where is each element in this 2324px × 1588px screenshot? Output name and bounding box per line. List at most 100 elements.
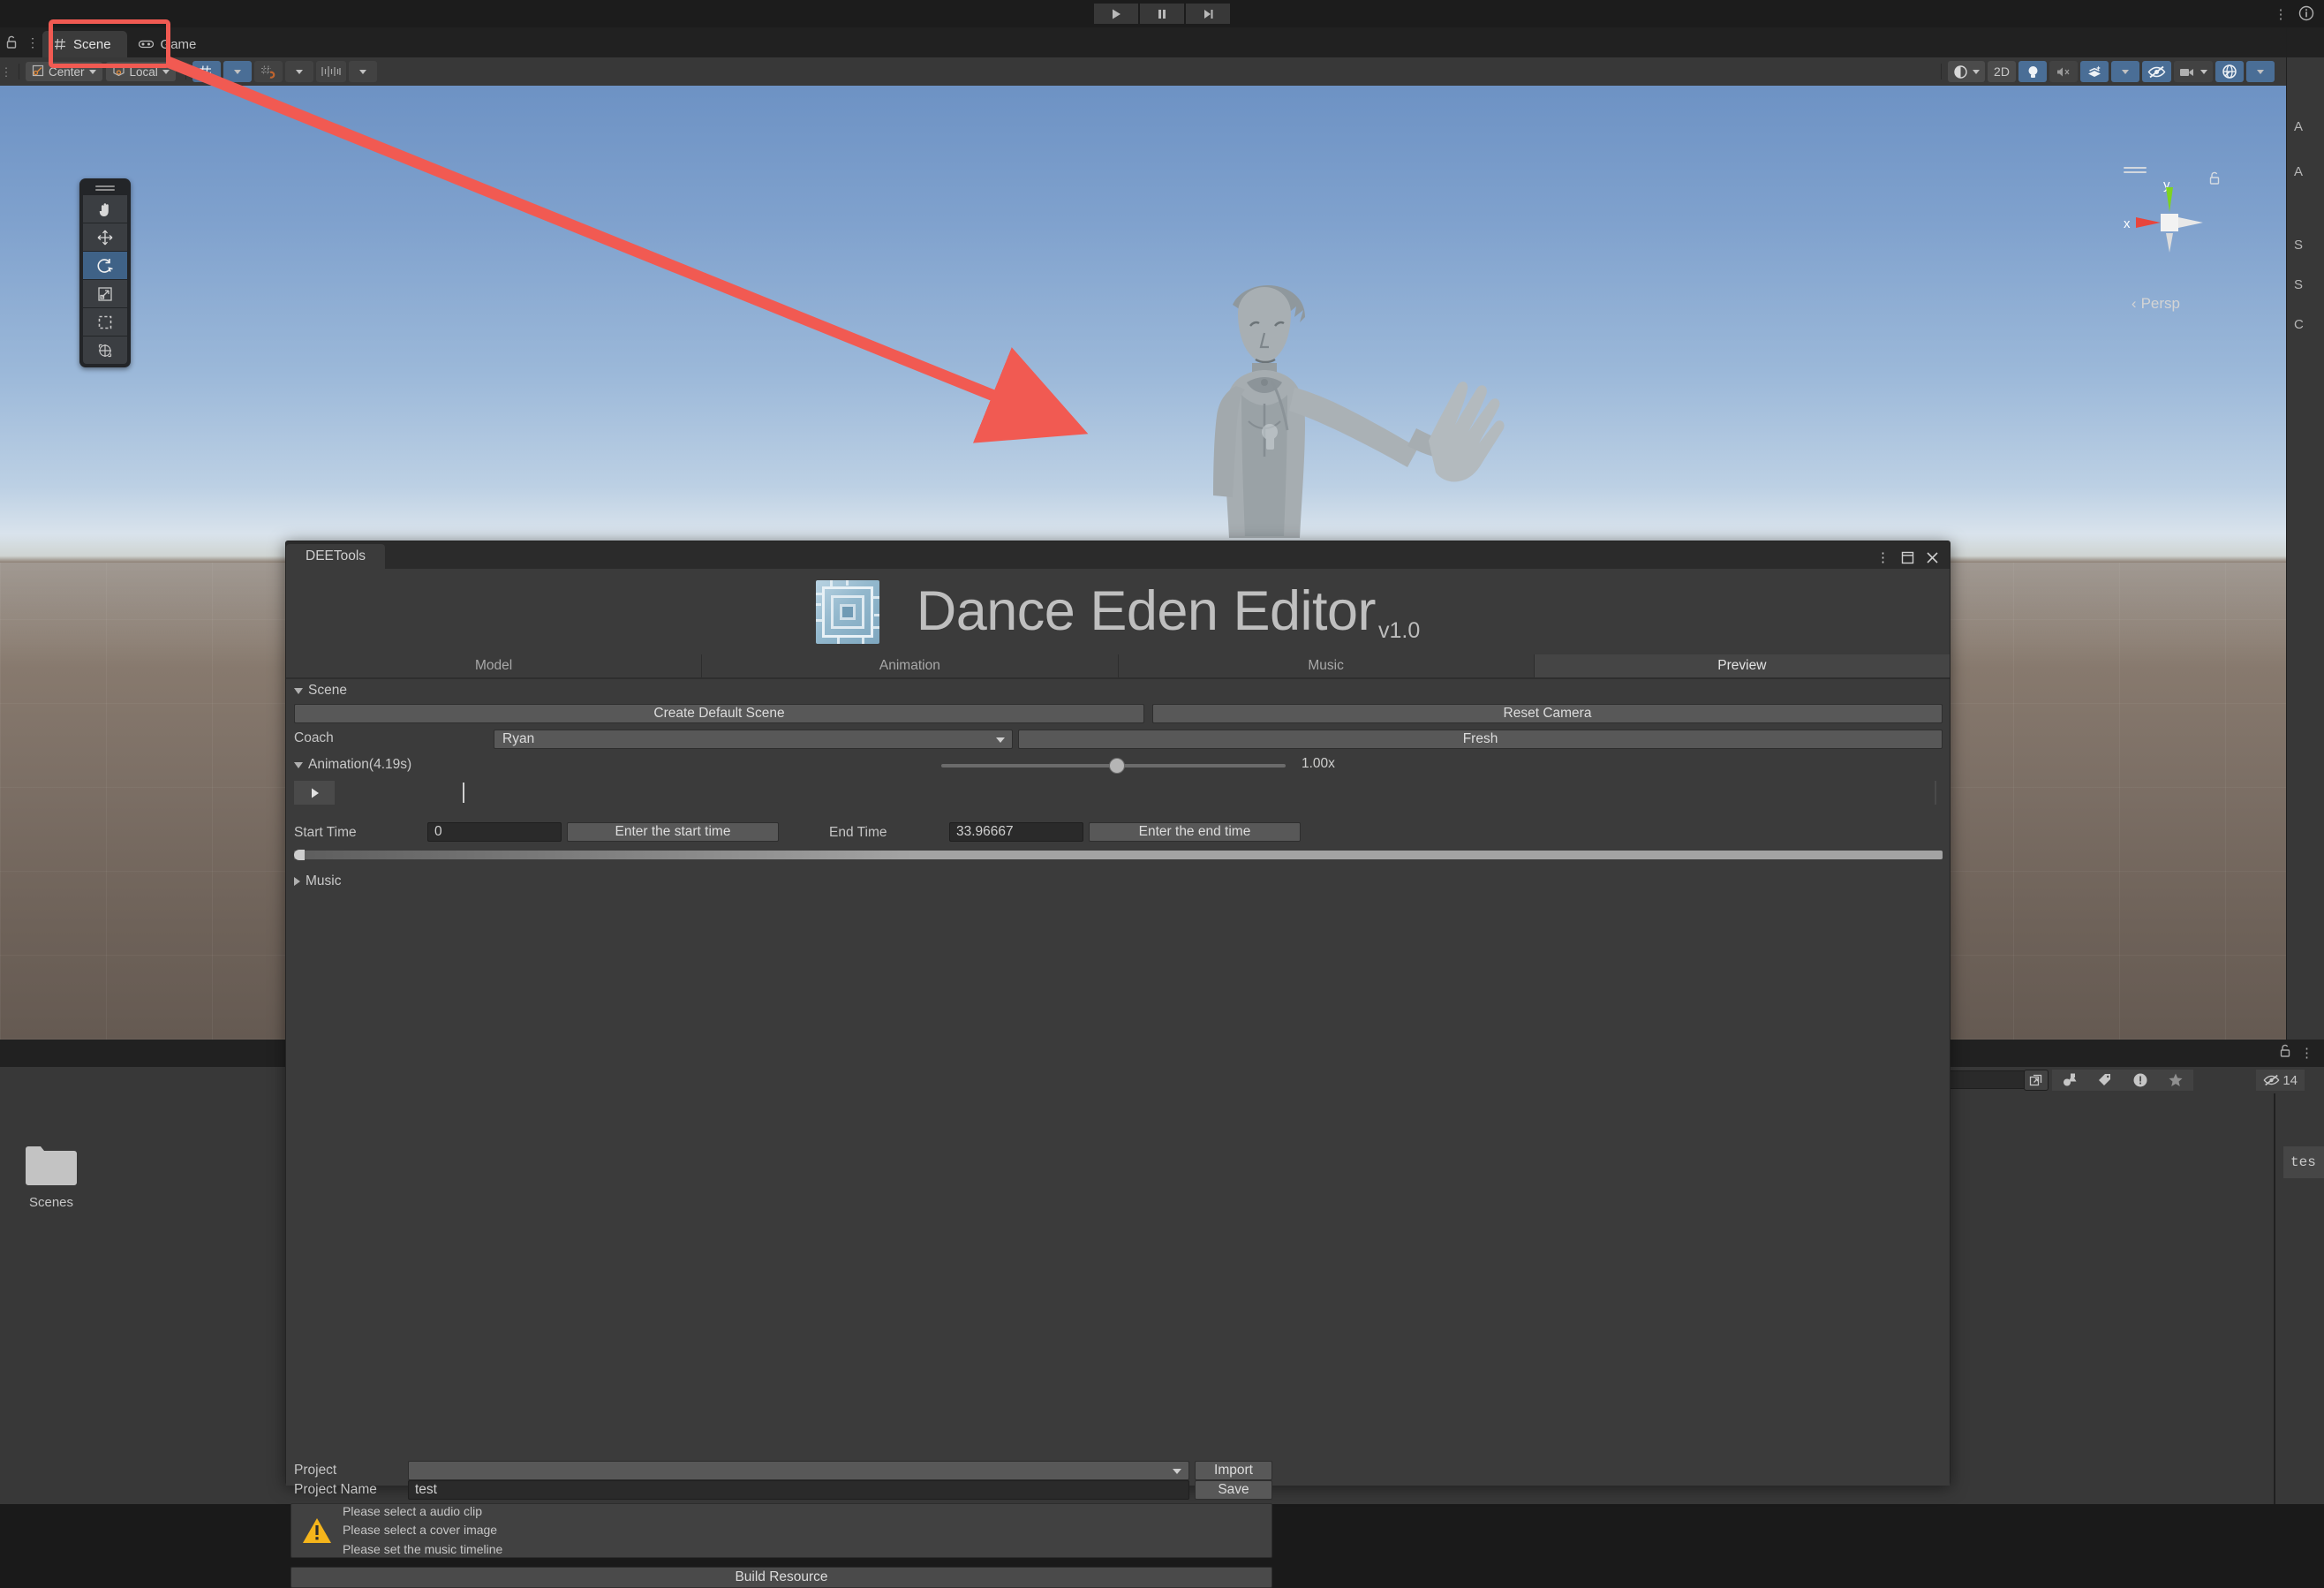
start-time-input[interactable]: 0 — [427, 822, 562, 842]
scene-tab[interactable]: Scene — [42, 31, 127, 57]
perspective-mode-label[interactable]: ‹ Persp — [2132, 295, 2180, 313]
deetools-tabs: Model Animation Music Preview — [286, 654, 1950, 677]
chevron-down-icon — [233, 69, 241, 74]
circuit-chip-icon — [815, 579, 879, 644]
increment-snap-dropdown[interactable] — [348, 61, 377, 82]
toolbar-drag-handle[interactable]: ⋮ — [0, 57, 12, 86]
window-menu-icon[interactable]: ⋮ — [1876, 551, 1890, 564]
scene-tab-bar: ⋮ Scene Game — [0, 27, 2286, 57]
panel-divider[interactable] — [2274, 1093, 2275, 1504]
chevron-down-icon — [295, 69, 303, 74]
palette-drag-handle[interactable] — [83, 182, 127, 194]
hidden-objects-toggle[interactable] — [2142, 61, 2171, 82]
fresh-button[interactable]: Fresh — [1018, 730, 1943, 749]
scene-foldout[interactable]: Scene — [286, 681, 347, 700]
draw-mode-button[interactable] — [1948, 61, 1985, 82]
maximize-icon[interactable] — [1901, 551, 1914, 564]
step-button[interactable] — [1186, 4, 1230, 24]
label-filter-button[interactable] — [2087, 1070, 2123, 1091]
two-d-toggle[interactable]: 2D — [1988, 61, 2016, 82]
validation-messages: Please select a audio clip Please select… — [343, 1502, 502, 1559]
toolbar-overflow-icon[interactable]: ⋮ — [2273, 5, 2289, 23]
pivot-rotation-button[interactable]: Local — [105, 62, 176, 81]
project-panel-lock-icon[interactable] — [2279, 1044, 2291, 1062]
folder-item-scenes[interactable]: Scenes — [7, 1144, 95, 1210]
project-dropdown[interactable] — [408, 1461, 1189, 1480]
animation-play-button[interactable] — [294, 781, 335, 805]
gizmos-toggle[interactable] — [2215, 61, 2244, 82]
tab-model[interactable]: Model — [286, 654, 703, 677]
chevron-down-icon — [162, 69, 170, 74]
project-name-label: Project Name — [294, 1482, 377, 1497]
game-tab[interactable]: Game — [127, 31, 213, 57]
scene-audio-toggle[interactable] — [2049, 61, 2078, 82]
import-button[interactable]: Import — [1195, 1461, 1272, 1480]
chevron-down-icon — [996, 737, 1005, 743]
coach-dropdown[interactable]: Ryan — [494, 730, 1013, 749]
rotate-tool-button[interactable] — [83, 252, 127, 279]
build-resource-button[interactable]: Build Resource — [290, 1567, 1272, 1588]
deetools-titlebar[interactable]: DEETools ⋮ — [286, 541, 1950, 569]
hand-tool-button[interactable] — [83, 195, 127, 223]
rect-tool-button[interactable] — [83, 308, 127, 336]
playback-speed-knob[interactable] — [1109, 758, 1125, 774]
expand-search-button[interactable] — [2024, 1070, 2049, 1091]
magnet-snap-dropdown[interactable] — [284, 61, 313, 82]
reset-camera-button[interactable]: Reset Camera — [1152, 704, 1943, 723]
cube-icon — [112, 64, 125, 79]
type-filter-button[interactable] — [2052, 1070, 2087, 1091]
increment-snap-toggle[interactable] — [315, 61, 346, 82]
playback-speed-slider[interactable] — [941, 758, 1286, 774]
scale-tool-button[interactable] — [83, 280, 127, 307]
grid-snap-toggle[interactable]: Y — [192, 61, 221, 82]
coach-value: Ryan — [502, 731, 535, 746]
warning-filter-button[interactable] — [2123, 1070, 2158, 1091]
gizmo-lock-icon[interactable] — [2208, 171, 2221, 190]
chevron-right-icon — [294, 877, 300, 886]
tab-preview[interactable]: Preview — [1534, 654, 1950, 677]
deetools-header: Dance Eden Editor v1.0 — [286, 569, 1950, 654]
transform-tool-button[interactable] — [83, 337, 127, 364]
animation-playhead[interactable] — [463, 783, 464, 803]
pause-button[interactable] — [1140, 4, 1184, 24]
hidden-count-button[interactable]: 14 — [2256, 1070, 2305, 1091]
gizmo-drag-handle[interactable] — [2124, 164, 2147, 176]
animation-foldout[interactable]: Animation(4.19s) — [286, 755, 411, 775]
move-tool-button[interactable] — [83, 223, 127, 251]
project-panel-menu-icon[interactable]: ⋮ — [2300, 1047, 2313, 1060]
right-panel-strip: A A S S C — [2286, 27, 2324, 1040]
scene-fx-dropdown[interactable] — [2111, 61, 2139, 82]
scene-camera-button[interactable] — [2174, 61, 2213, 82]
scene-panel-menu-icon[interactable]: ⋮ — [23, 27, 42, 57]
scene-tab-label: Scene — [73, 36, 111, 52]
time-range-scrubber[interactable] — [294, 850, 1943, 860]
time-range-knob[interactable] — [294, 850, 305, 860]
music-foldout[interactable]: Music — [286, 872, 341, 891]
scene-orientation-gizmo[interactable]: y x ‹ Persp — [2111, 167, 2226, 312]
grid-snap-dropdown[interactable] — [223, 61, 252, 82]
divider — [185, 64, 186, 79]
create-default-scene-button[interactable]: Create Default Scene — [294, 704, 1144, 723]
close-icon[interactable] — [1926, 551, 1939, 564]
start-time-label: Start Time — [294, 825, 357, 840]
deetools-window-tab[interactable]: DEETools — [286, 544, 386, 569]
scene-lighting-toggle[interactable] — [2018, 61, 2047, 82]
tab-animation[interactable]: Animation — [702, 654, 1119, 677]
enter-end-time-button[interactable]: Enter the end time — [1089, 822, 1301, 842]
window-controls: ⋮ — [1876, 551, 1950, 569]
pivot-mode-button[interactable]: Center — [26, 62, 102, 81]
favorite-filter-button[interactable] — [2158, 1070, 2193, 1091]
save-button[interactable]: Save — [1195, 1480, 1272, 1500]
tab-music[interactable]: Music — [1118, 654, 1535, 677]
animation-foldout-label: Animation(4.19s) — [308, 757, 412, 772]
enter-start-time-button[interactable]: Enter the start time — [567, 822, 779, 842]
scene-fx-toggle[interactable] — [2080, 61, 2109, 82]
project-name-input[interactable]: test — [408, 1480, 1189, 1500]
magnet-snap-toggle[interactable] — [253, 61, 283, 82]
gizmos-dropdown[interactable] — [2246, 61, 2275, 82]
validation-message: Please select a cover image — [343, 1523, 498, 1538]
panel-lock-icon[interactable] — [0, 27, 23, 57]
end-time-input[interactable]: 33.96667 — [949, 822, 1083, 842]
info-icon[interactable] — [2298, 4, 2317, 24]
play-button[interactable] — [1094, 4, 1138, 24]
